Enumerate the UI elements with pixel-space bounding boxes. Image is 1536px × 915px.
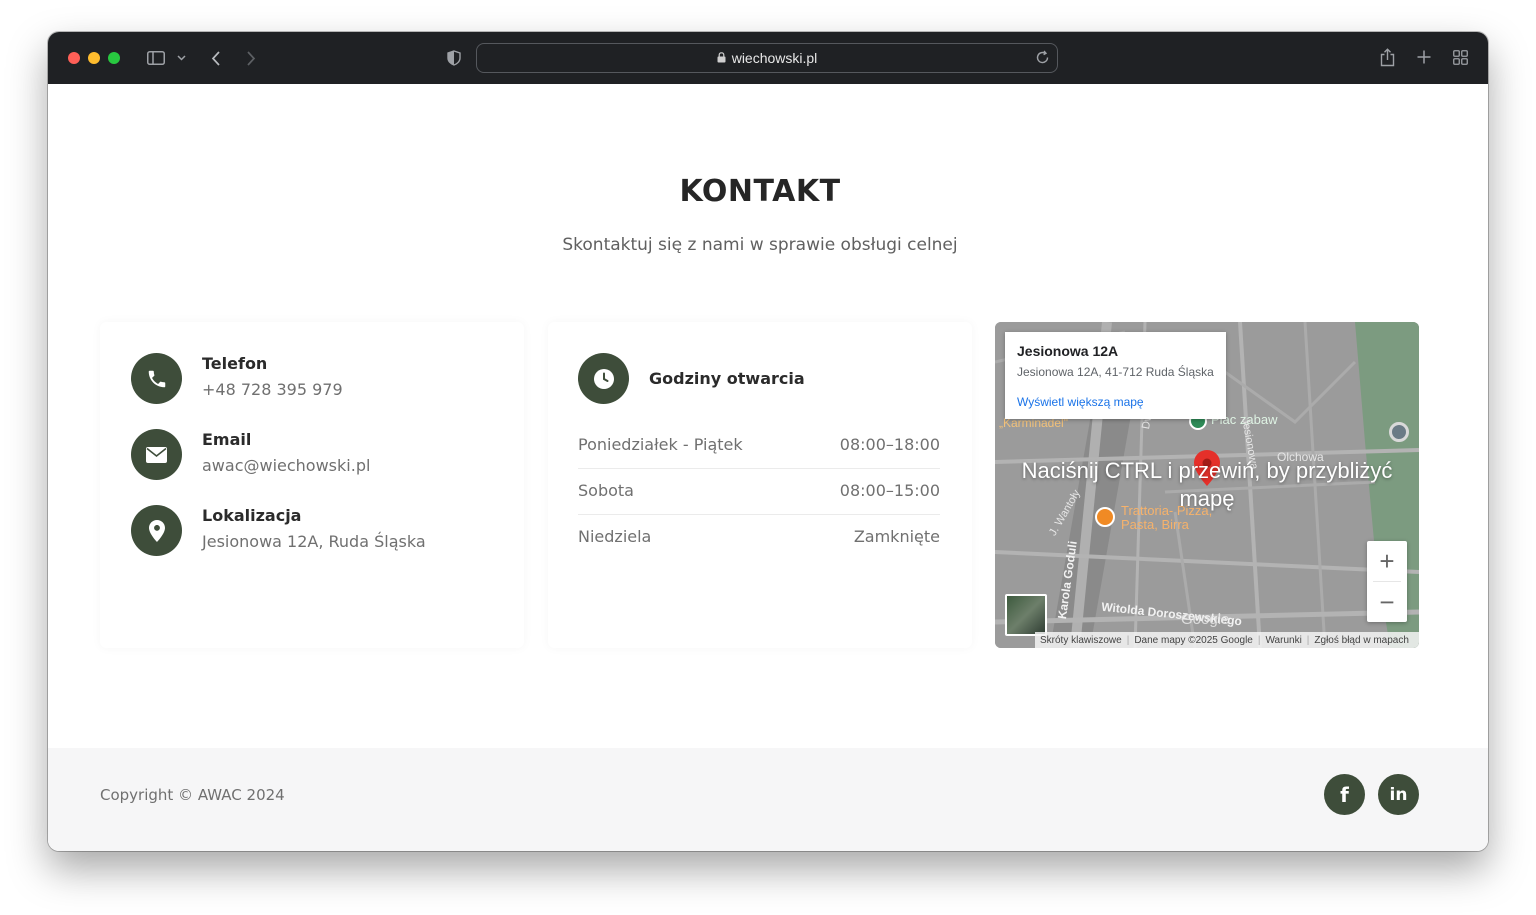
browser-toolbar: wiechowski.pl <box>48 32 1488 84</box>
hours-time: 08:00–15:00 <box>839 481 940 500</box>
location-value: Jesionowa 12A, Ruda Śląska <box>202 532 426 551</box>
hours-time: 08:00–18:00 <box>839 435 940 454</box>
contact-card: Telefon +48 728 395 979 Email awac@wiech… <box>100 322 524 648</box>
opening-hours-title: Godziny otwarcia <box>649 369 805 388</box>
page-title: KONTAKT <box>679 174 841 209</box>
location-label: Lokalizacja <box>202 506 302 525</box>
linkedin-icon[interactable]: in <box>1378 774 1419 815</box>
email-label: Email <box>202 430 252 449</box>
attribution-separator: | <box>1257 634 1261 646</box>
lock-icon <box>717 50 726 66</box>
terms-link[interactable]: Warunki <box>1265 635 1301 646</box>
map-place-name: Jesionowa 12A <box>1017 343 1119 359</box>
view-larger-map-link[interactable]: Wyświetl większą mapę <box>1017 395 1144 409</box>
minimize-window-button[interactable] <box>88 52 100 64</box>
sidebar-toggle-icon[interactable] <box>146 50 166 66</box>
satellite-toggle-button[interactable] <box>1005 594 1047 636</box>
privacy-shield-icon[interactable] <box>446 50 462 66</box>
address-bar[interactable]: wiechowski.pl <box>476 43 1058 73</box>
facebook-icon[interactable]: f <box>1324 774 1365 815</box>
map-info-box: Jesionowa 12A Jesionowa 12A, 41-712 Ruda… <box>1005 332 1226 419</box>
report-map-error-link[interactable]: Zgłoś błąd w mapach <box>1314 635 1409 646</box>
map-pin-icon <box>131 505 182 556</box>
attribution-separator: | <box>1126 634 1130 646</box>
chevron-down-icon[interactable] <box>175 51 187 65</box>
map-scroll-hint: Naciśnij CTRL i przewiń, by przybliżyć m… <box>1021 458 1393 511</box>
transit-icon <box>1389 422 1409 442</box>
zoom-in-button[interactable]: + <box>1367 541 1407 581</box>
page-footer: Copyright © AWAC 2024 f in <box>48 748 1488 851</box>
opening-hours-card: Godziny otwarcia Poniedziałek - Piątek 0… <box>548 322 972 648</box>
phone-label: Telefon <box>202 354 268 373</box>
hours-time: Zamknięte <box>853 527 940 546</box>
map-data-text: Dane mapy ©2025 Google <box>1134 634 1253 646</box>
map-zoom-controls: + − <box>1367 541 1407 622</box>
hours-day: Sobota <box>578 481 634 500</box>
email-value[interactable]: awac@wiechowski.pl <box>202 456 370 475</box>
map-attribution-bar: Skróty klawiszowe | Dane mapy ©2025 Goog… <box>1035 632 1419 648</box>
keyboard-shortcuts-link[interactable]: Skróty klawiszowe <box>1040 635 1122 646</box>
close-window-button[interactable] <box>68 52 80 64</box>
clock-icon <box>578 353 629 404</box>
hours-row: Niedziela Zamknięte <box>578 515 940 561</box>
phone-icon <box>131 353 182 404</box>
hours-row: Sobota 08:00–15:00 <box>578 469 940 515</box>
forward-arrow-icon[interactable] <box>244 49 258 67</box>
hours-day: Niedziela <box>578 527 652 546</box>
page-subtitle: Skontaktuj się z nami w sprawie obsługi … <box>562 235 958 255</box>
envelope-icon <box>131 429 182 480</box>
page-content: KONTAKT Skontaktuj się z nami w sprawie … <box>48 84 1488 851</box>
hours-day: Poniedziałek - Piątek <box>578 435 743 454</box>
maximize-window-button[interactable] <box>108 52 120 64</box>
url-text: wiechowski.pl <box>731 50 818 66</box>
phone-value[interactable]: +48 728 395 979 <box>202 380 343 399</box>
back-arrow-icon[interactable] <box>208 49 222 67</box>
browser-window: wiechowski.pl KONTAKT Skontaktuj się z n… <box>48 32 1488 851</box>
hours-row: Poniedziałek - Piątek 08:00–18:00 <box>578 423 940 469</box>
zoom-out-button[interactable]: − <box>1367 582 1407 622</box>
attribution-separator: | <box>1306 634 1310 646</box>
copyright-text: Copyright © AWAC 2024 <box>100 786 285 804</box>
new-tab-icon[interactable] <box>1416 49 1432 65</box>
tab-overview-icon[interactable] <box>1452 49 1468 65</box>
google-logo: Google <box>1181 611 1230 628</box>
share-icon[interactable] <box>1378 47 1396 67</box>
reload-icon[interactable] <box>1035 50 1050 68</box>
map-place-address: Jesionowa 12A, 41-712 Ruda Śląska <box>1017 365 1214 379</box>
embedded-map[interactable]: Plac zabaw „Karminadel" Olchowa Dworcowa… <box>995 322 1419 648</box>
